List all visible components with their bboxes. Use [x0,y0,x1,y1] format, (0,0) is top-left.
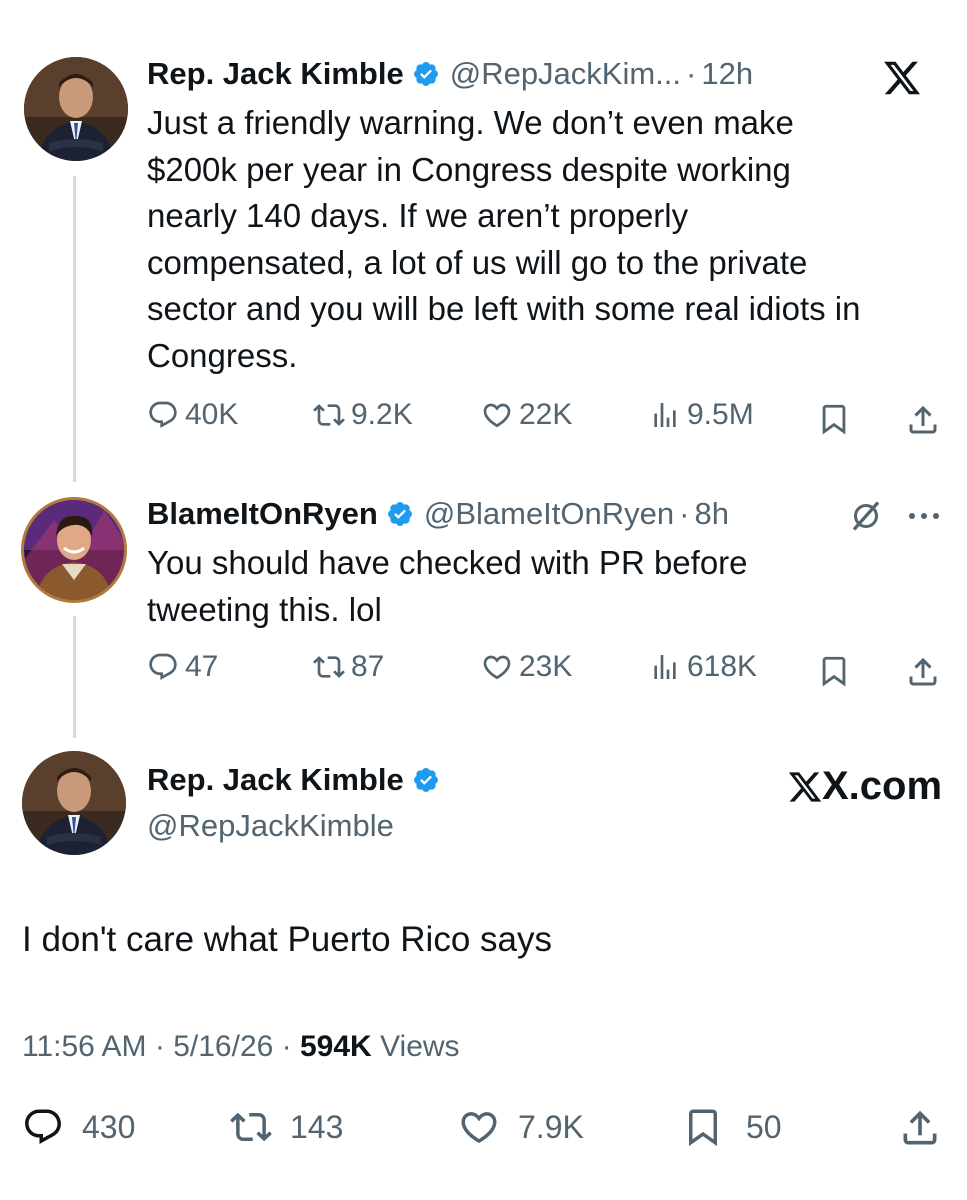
tweet1-actions: 40K 9.2K 22K 9.5M [147,398,947,438]
tweet3-actions: 430 143 7.9K 50 [22,1106,947,1152]
bookmark-icon [822,404,846,435]
timestamp[interactable]: 8h [694,496,728,532]
views-count: 9.5M [687,398,754,431]
tweet-meta: 11:56 AM · 5/16/26 · 594K Views [22,1030,460,1064]
share-button[interactable] [905,654,941,695]
verified-badge-icon [386,500,414,528]
retweet-icon [230,1112,272,1142]
separator-dot: · [154,1030,165,1063]
retweet-icon [313,404,345,426]
timestamp[interactable]: 12h [701,56,753,92]
like-count: 22K [519,398,573,431]
tweet2-text: You should have checked with PR before t… [147,540,947,633]
text-line: You should have checked with PR before [147,544,748,581]
like-button[interactable]: 7.9K [458,1106,584,1148]
reply-count: 40K [185,398,239,431]
author-handle[interactable]: @RepJackKimble [147,808,394,844]
tweet3-text: I don't care what Puerto Rico says [22,920,552,959]
bookmark-icon [822,656,846,687]
retweet-button[interactable]: 143 [230,1106,343,1148]
tweet3-header: Rep. Jack Kimble [147,762,440,798]
views-button[interactable]: 9.5M [649,398,754,432]
share-button[interactable] [898,1106,942,1155]
share-icon [909,405,937,434]
views-count: 618K [687,650,758,683]
reply-count: 47 [185,650,219,683]
bookmark-count: 50 [746,1108,782,1145]
verified-badge-icon [412,766,440,794]
tweet2-actions: 47 87 23K 618K [147,650,947,690]
like-count: 7.9K [518,1108,584,1145]
like-count: 23K [519,650,573,683]
brand-text: X.com [822,764,943,808]
x-logo-icon[interactable] [880,58,924,98]
share-button[interactable] [905,402,941,443]
reply-icon [149,653,177,680]
reply-count: 430 [82,1108,136,1145]
brand-logo: X.com [786,764,942,809]
text-line: Congress. [147,336,298,374]
tweet1-text: Just a friendly warning. We don’t even m… [147,100,947,379]
bookmark-button[interactable] [817,654,851,693]
post-time[interactable]: 11:56 AM [22,1030,147,1063]
text-line: sector and you will be left with some re… [147,290,861,327]
avatar-rep-jack-kimble[interactable] [24,57,128,161]
text-line: $200k per year in Congress despite worki… [147,150,791,188]
like-icon [461,1112,497,1144]
text-line: Just a friendly warning. We don’t even m… [147,104,794,141]
text-line: nearly 140 days. If we aren’t properly [147,197,689,234]
like-button[interactable]: 23K [481,650,572,684]
views-icon [654,655,676,679]
verified-badge-icon [412,60,440,88]
x-logo-icon [788,771,822,802]
like-icon [483,655,511,680]
separator-dot: · [686,56,697,91]
reply-icon [25,1109,61,1144]
thread-line [73,616,76,738]
tweet1-header: Rep. Jack Kimble @RepJackKim... · 12h [147,56,753,92]
views-icon [654,403,676,427]
reply-icon [149,401,177,428]
text-line: tweeting this. lol [147,590,382,628]
views-count: 594K [300,1030,372,1063]
text-line: compensated, a lot of us will go to the … [147,243,808,281]
separator-dot: · [281,1030,292,1063]
more-icon[interactable] [904,506,944,526]
retweet-count: 9.2K [351,398,413,431]
retweet-icon [313,656,345,678]
grok-icon[interactable] [848,498,884,534]
retweet-button[interactable]: 87 [313,650,384,684]
bookmark-button[interactable]: 50 [682,1106,782,1148]
retweet-count: 143 [290,1108,344,1145]
reply-button[interactable]: 47 [147,650,218,684]
thread-line [73,176,76,482]
author-name[interactable]: Rep. Jack Kimble [147,56,404,92]
retweet-button[interactable]: 9.2K [313,398,413,432]
bookmark-button[interactable] [817,402,851,441]
author-name[interactable]: BlameItOnRyen [147,496,378,532]
share-icon [903,1110,937,1145]
views-label: Views [380,1030,460,1063]
post-date[interactable]: 5/16/26 [173,1030,273,1063]
separator-dot: · [679,496,690,531]
reply-button[interactable]: 430 [22,1106,135,1148]
author-handle[interactable]: @BlameItOnRyen [424,496,674,532]
reply-button[interactable]: 40K [147,398,238,432]
retweet-count: 87 [351,650,385,683]
share-icon [909,657,937,686]
avatar-blameitonryen[interactable] [21,497,127,603]
bookmark-icon [689,1109,717,1147]
author-handle[interactable]: @RepJackKim... [450,56,681,92]
like-icon [483,403,511,428]
avatar-rep-jack-kimble[interactable] [22,751,126,855]
views-button[interactable]: 618K [649,650,757,684]
like-button[interactable]: 22K [481,398,572,432]
tweet2-header: BlameItOnRyen @BlameItOnRyen · 8h [147,496,729,532]
author-name[interactable]: Rep. Jack Kimble [147,762,404,798]
